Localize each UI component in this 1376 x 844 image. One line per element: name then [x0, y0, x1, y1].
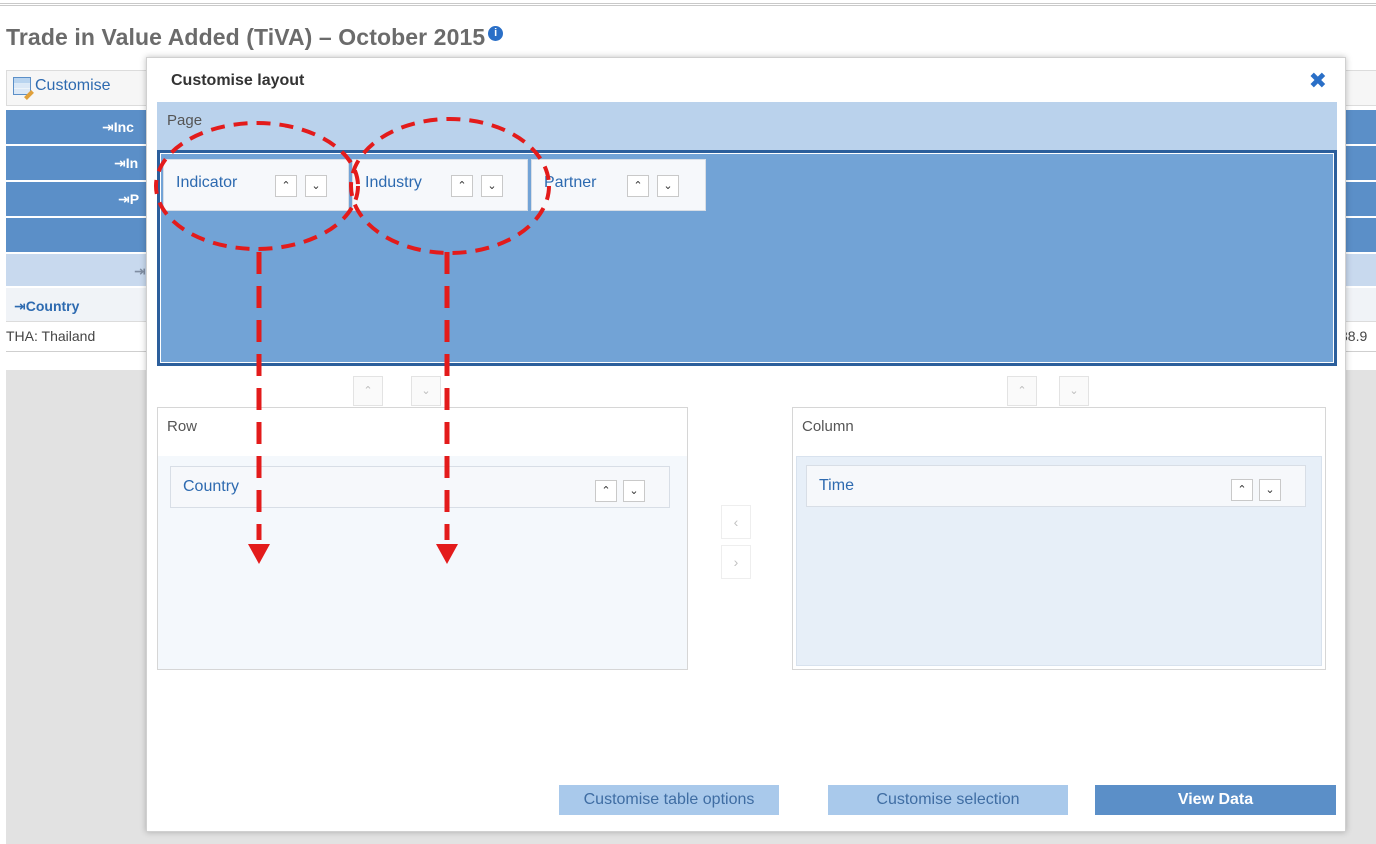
customise-table-options-button[interactable]: Customise table options [559, 785, 779, 815]
move-left-button[interactable]: ‹ [721, 505, 751, 539]
dimension-chip-indicator[interactable]: Indicator ⌃ ⌄ [163, 159, 349, 211]
chip-label: Indicator [176, 174, 238, 191]
dimension-chip-country[interactable]: Country ⌃ ⌄ [170, 466, 670, 508]
column-zone: Column Time ⌃ ⌄ [792, 407, 1326, 670]
top-rule [0, 0, 1376, 6]
chevron-down-icon[interactable]: ⌄ [305, 175, 327, 197]
move-right-button[interactable]: › [721, 545, 751, 579]
row-zone: Row Country ⌃ ⌄ [157, 407, 688, 670]
row-drop-area[interactable]: Country ⌃ ⌄ [158, 456, 687, 669]
chevron-down-icon[interactable]: ⌄ [657, 175, 679, 197]
zone-up-button[interactable]: ⌃ [353, 376, 383, 406]
chip-label: Country [183, 478, 240, 495]
customise-layout-modal: Customise layout ✖ Page Indicator ⌃ ⌄ In… [146, 57, 1346, 832]
column-drop-area[interactable]: Time ⌃ ⌄ [796, 456, 1322, 666]
chevron-up-icon[interactable]: ⌃ [1231, 479, 1253, 501]
chevron-down-icon[interactable]: ⌄ [623, 480, 645, 502]
bg-country-label: ⇥ Country [14, 298, 80, 314]
row-zone-label: Row [167, 418, 198, 435]
bg-time-arrow: ⇥ [134, 263, 146, 279]
zone-down-button[interactable]: ⌄ [411, 376, 441, 406]
bg-header-indicator: ⇥ Inc [102, 119, 134, 135]
chevron-up-icon[interactable]: ⌃ [275, 175, 297, 197]
page-zone: Page Indicator ⌃ ⌄ Industry ⌃ ⌄ Partner … [157, 102, 1337, 366]
page-zone-label: Page [167, 112, 203, 129]
chip-label: Partner [544, 174, 597, 191]
chevron-down-icon[interactable]: ⌄ [481, 175, 503, 197]
dimension-chip-time[interactable]: Time ⌃ ⌄ [806, 465, 1306, 507]
chevron-down-icon[interactable]: ⌄ [1259, 479, 1281, 501]
page-title-text: Trade in Value Added (TiVA) – October 20… [6, 24, 486, 50]
modal-header: Customise layout ✖ [147, 58, 1345, 102]
column-zone-up-button[interactable]: ⌃ [1007, 376, 1037, 406]
customise-label: Customise [35, 77, 111, 94]
dimension-chip-industry[interactable]: Industry ⌃ ⌄ [352, 159, 528, 211]
column-zone-label: Column [802, 418, 854, 435]
view-data-button[interactable]: View Data [1095, 785, 1336, 815]
customise-button[interactable]: Customise [13, 77, 111, 95]
column-zone-down-button[interactable]: ⌄ [1059, 376, 1089, 406]
page-drop-area[interactable]: Indicator ⌃ ⌄ Industry ⌃ ⌄ Partner ⌃ ⌄ [157, 150, 1337, 366]
table-edit-icon [13, 77, 31, 95]
bg-header-partner: ⇥ P [118, 191, 140, 207]
modal-title: Customise layout [171, 72, 305, 89]
info-icon[interactable]: i [488, 26, 504, 41]
dimension-chip-partner[interactable]: Partner ⌃ ⌄ [531, 159, 706, 211]
close-icon[interactable]: ✖ [1309, 70, 1327, 92]
chip-label: Time [819, 477, 854, 494]
customise-selection-button[interactable]: Customise selection [828, 785, 1068, 815]
page-title: Trade in Value Added (TiVA) – October 20… [6, 24, 504, 51]
chevron-up-icon[interactable]: ⌃ [451, 175, 473, 197]
bg-row-country: THA: Thailand [6, 328, 96, 344]
chip-label: Industry [365, 174, 422, 191]
chevron-up-icon[interactable]: ⌃ [595, 480, 617, 502]
bg-header-industry: ⇥ In [114, 155, 139, 171]
chevron-up-icon[interactable]: ⌃ [627, 175, 649, 197]
